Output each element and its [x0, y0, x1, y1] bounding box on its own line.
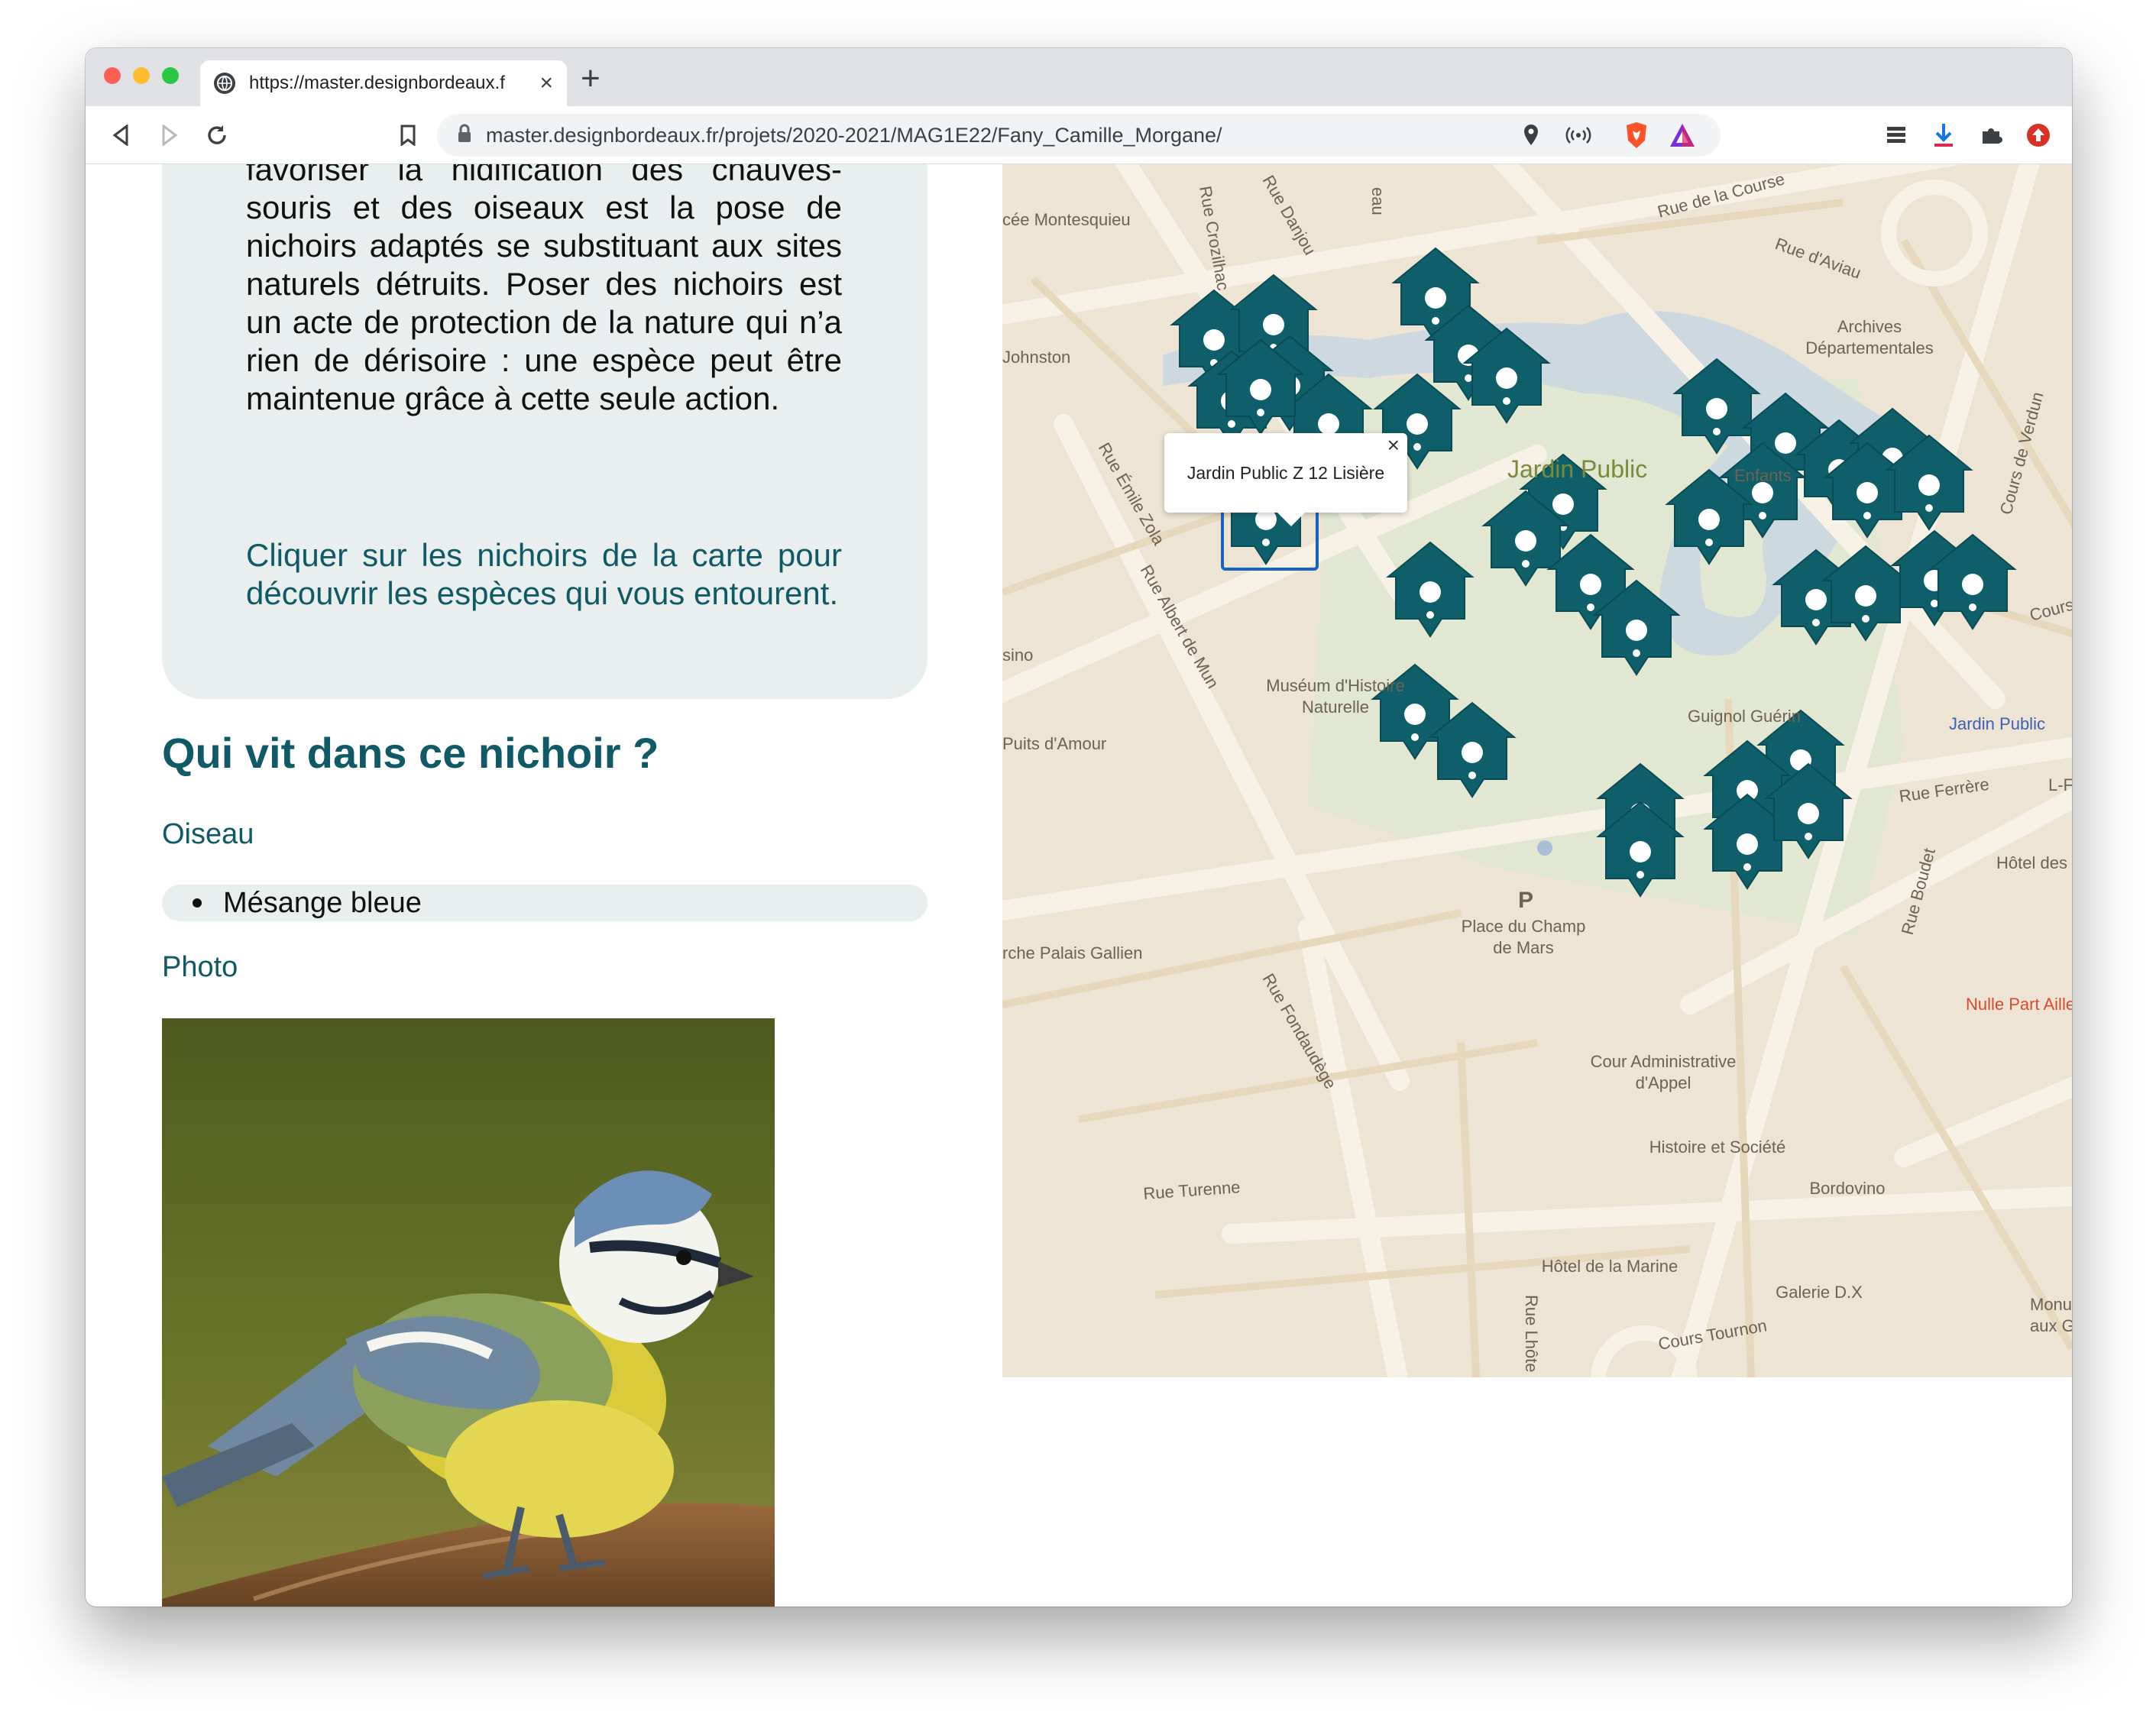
forward-icon[interactable]	[154, 120, 185, 150]
bookmark-icon[interactable]	[393, 120, 423, 150]
map-label-guignol: Guignol Guérin	[1688, 707, 1801, 726]
brave-rewards-icon[interactable]	[1667, 120, 1698, 150]
browser-window: https://master.designbordeaux.f × + mast…	[86, 48, 2072, 1607]
popup-pointer	[1276, 511, 1306, 526]
new-tab-button[interactable]: +	[581, 62, 601, 95]
map-label-montesquieu: cée Montesquieu	[1002, 210, 1131, 229]
map-label-puits: Puits d'Amour	[1002, 734, 1106, 753]
minimize-window-button[interactable]	[133, 67, 150, 84]
map-label-bordovino: Bordovino	[1809, 1179, 1885, 1198]
map-label-johnston: Johnston	[1002, 348, 1070, 367]
update-icon[interactable]	[2023, 120, 2054, 150]
brave-shield-icon[interactable]	[1621, 120, 1652, 150]
tab-active[interactable]: https://master.designbordeaux.f ×	[200, 60, 567, 106]
bird-name: Mésange bleue	[223, 886, 422, 919]
tab-title: https://master.designbordeaux.f	[249, 73, 505, 93]
map-label-casino: sino	[1002, 646, 1033, 665]
popup-close-icon[interactable]: ×	[1387, 433, 1400, 458]
close-window-button[interactable]	[104, 67, 121, 84]
location-icon[interactable]	[1516, 120, 1546, 150]
browser-toolbar: master.designbordeaux.fr/projets/2020-20…	[86, 106, 2072, 164]
map-label-nulle: Nulle Part Ailleurs	[1966, 995, 2072, 1014]
call-to-action-text: Cliquer sur les nichoirs de la carte pou…	[246, 537, 842, 611]
extensions-puzzle-icon[interactable]	[1976, 120, 2006, 150]
bird-photo	[162, 1018, 775, 1607]
section-title: Qui vit dans ce nichoir ?	[162, 729, 659, 777]
download-icon[interactable]	[1928, 120, 1959, 150]
map-label-palais: rche Palais Gallien	[1002, 943, 1142, 963]
back-icon[interactable]	[105, 120, 136, 150]
intro-paragraph: favoriser la nidification des chauves-so…	[246, 164, 842, 416]
photo-label: Photo	[162, 951, 238, 983]
reader-list-icon[interactable]	[1881, 120, 1912, 150]
map-label-lfi: L-Fi	[2048, 775, 2072, 794]
tab-strip: https://master.designbordeaux.f × +	[86, 48, 2072, 106]
bird-list-item: Mésange bleue	[162, 885, 927, 921]
reload-icon[interactable]	[202, 120, 232, 150]
nest-box-map[interactable]: cée Montesquieu Rue Crozilhac Rue Danjou ea…	[1002, 164, 2072, 1377]
map-label-marine: Hôtel de la Marine	[1542, 1257, 1679, 1276]
lock-icon	[457, 124, 472, 147]
map-label-galerie: Galerie D.X	[1776, 1283, 1863, 1302]
broadcast-icon[interactable]	[1563, 120, 1594, 150]
map-label-jardin: Jardin Public	[1507, 455, 1647, 483]
page-content: favoriser la nidification des chauves-so…	[86, 164, 2072, 1607]
map-popup: Jardin Public Z 12 Lisière ×	[1164, 433, 1407, 513]
popup-text: Jardin Public Z 12 Lisière	[1186, 462, 1385, 483]
map-label-enfants: Enfants	[1734, 466, 1792, 485]
map-label-histoire: Histoire et Société	[1649, 1137, 1786, 1157]
tab-close-icon[interactable]: ×	[539, 70, 553, 96]
map-label-eau: eau	[1368, 187, 1387, 215]
zoom-window-button[interactable]	[162, 67, 179, 84]
globe-icon	[214, 73, 235, 94]
bird-label: Oiseau	[162, 818, 254, 850]
parking-icon: P	[1518, 888, 1533, 913]
bullet-icon	[193, 898, 202, 908]
url-text: master.designbordeaux.fr/projets/2020-20…	[486, 123, 1222, 147]
map-label-jardin-public-poi: Jardin Public	[1949, 714, 2045, 733]
map-label-hotel-qui: Hôtel des Qui	[1996, 853, 2072, 872]
map-label-lhote: Rue Lhôte	[1522, 1295, 1541, 1373]
